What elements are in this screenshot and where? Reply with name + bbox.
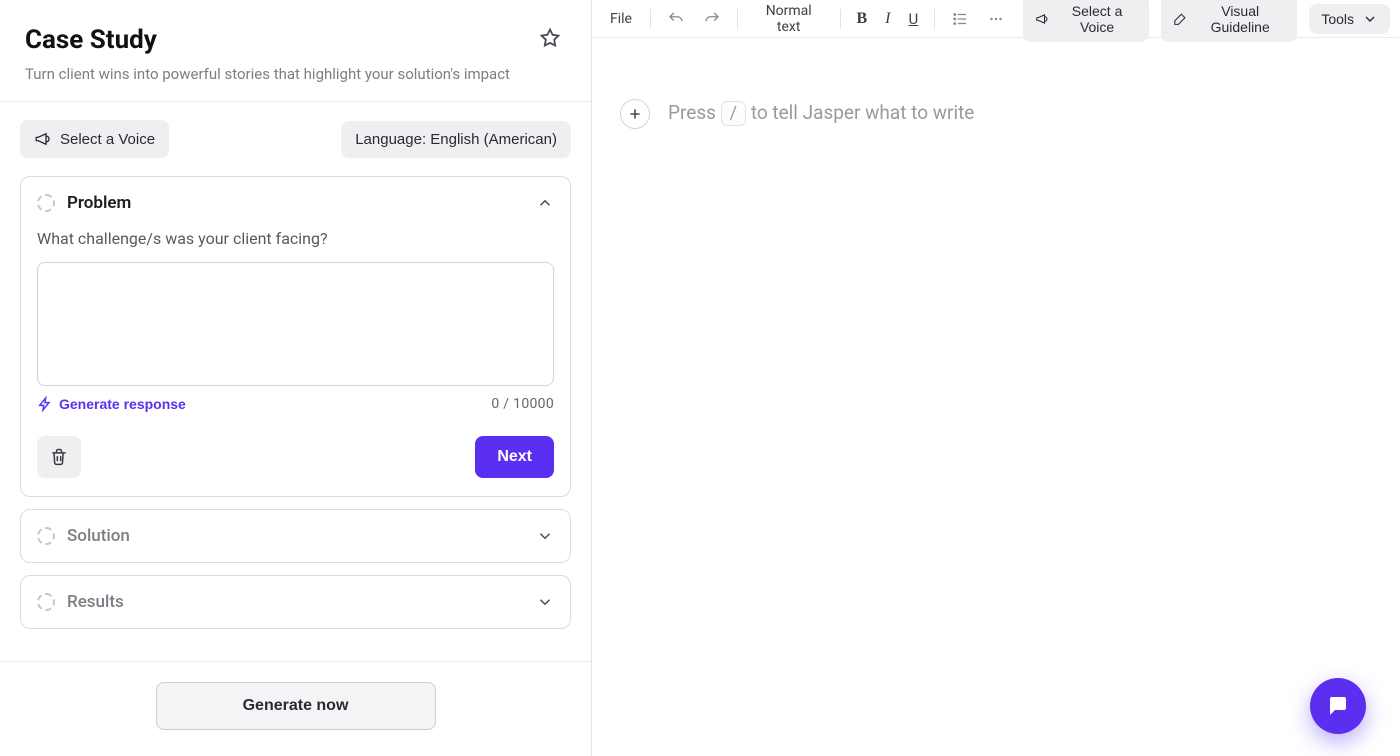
megaphone-icon (1035, 11, 1049, 27)
left-toolbar: Select a Voice Language: English (Americ… (0, 102, 591, 166)
slash-key-hint: / (721, 101, 746, 126)
visual-guideline-chip[interactable]: Visual Guideline (1161, 0, 1298, 42)
select-voice-button-left[interactable]: Select a Voice (20, 120, 169, 158)
underline-icon: U (909, 10, 919, 28)
left-footer: Generate now (0, 661, 591, 756)
favorite-button[interactable] (534, 22, 566, 57)
chat-icon (1326, 694, 1350, 718)
accordion-title-results: Results (67, 592, 124, 612)
status-circle-icon (37, 527, 55, 545)
accordion-title-problem: Problem (67, 193, 131, 213)
text-style-dropdown[interactable]: Normal text (748, 0, 830, 39)
list-icon (951, 10, 969, 28)
char-count: 0 / 10000 (491, 396, 554, 412)
page-title: Case Study (25, 25, 157, 55)
accordion-header-solution[interactable]: Solution (21, 510, 570, 562)
editor-placeholder: Press / to tell Jasper what to write (620, 98, 1372, 128)
page-subtitle: Turn client wins into powerful stories t… (25, 65, 566, 83)
star-icon (538, 26, 562, 50)
problem-prompt: What challenge/s was your client facing? (37, 229, 554, 248)
bold-button[interactable]: B (851, 6, 874, 32)
left-body: Problem What challenge/s was your client… (0, 166, 591, 661)
generate-now-button[interactable]: Generate now (156, 682, 436, 730)
next-button[interactable]: Next (475, 436, 554, 478)
lightning-icon (37, 396, 53, 412)
language-button[interactable]: Language: English (American) (341, 121, 571, 158)
chat-fab[interactable] (1310, 678, 1366, 734)
bold-icon: B (857, 10, 868, 28)
list-button[interactable] (945, 6, 975, 32)
brush-icon (1173, 11, 1187, 27)
trash-icon (49, 447, 69, 467)
toolbar-separator (840, 9, 841, 29)
status-circle-icon (37, 593, 55, 611)
generate-response-link[interactable]: Generate response (37, 396, 186, 412)
left-panel: Case Study Turn client wins into powerfu… (0, 0, 592, 756)
accordion-header-results[interactable]: Results (21, 576, 570, 628)
title-row: Case Study (25, 22, 566, 57)
toolbar-separator (650, 9, 651, 29)
italic-button[interactable]: I (879, 6, 896, 32)
accordion-title-solution: Solution (67, 526, 130, 546)
chevron-up-icon (536, 194, 554, 212)
undo-icon (667, 10, 685, 28)
left-header: Case Study Turn client wins into powerfu… (0, 0, 591, 102)
megaphone-icon (34, 130, 52, 148)
more-button[interactable] (981, 6, 1011, 32)
chevron-down-icon (1362, 11, 1378, 27)
undo-button[interactable] (661, 6, 691, 32)
italic-icon: I (885, 10, 890, 28)
redo-icon (703, 10, 721, 28)
toolbar-separator (737, 9, 738, 29)
plus-icon (627, 106, 643, 122)
more-icon (987, 10, 1005, 28)
status-circle-icon (37, 194, 55, 212)
accordion-solution: Solution (20, 509, 571, 563)
file-menu[interactable]: File (602, 7, 640, 31)
editor-body[interactable]: Press / to tell Jasper what to write (592, 38, 1400, 756)
problem-textarea[interactable] (37, 262, 554, 386)
delete-button[interactable] (37, 436, 81, 478)
accordion-results: Results (20, 575, 571, 629)
accordion-header-problem[interactable]: Problem (21, 177, 570, 229)
accordion-body-problem: What challenge/s was your client facing?… (21, 229, 570, 496)
right-panel: File Normal text B I U (592, 0, 1400, 756)
select-voice-chip[interactable]: Select a Voice (1023, 0, 1149, 42)
chevron-down-icon (536, 527, 554, 545)
redo-button[interactable] (697, 6, 727, 32)
underline-button[interactable]: U (903, 6, 925, 32)
editor-toolbar: File Normal text B I U (592, 0, 1400, 38)
chevron-down-icon (536, 593, 554, 611)
toolbar-separator (934, 9, 935, 29)
add-block-button[interactable] (620, 99, 650, 129)
tools-chip[interactable]: Tools (1309, 4, 1390, 34)
accordion-problem: Problem What challenge/s was your client… (20, 176, 571, 497)
